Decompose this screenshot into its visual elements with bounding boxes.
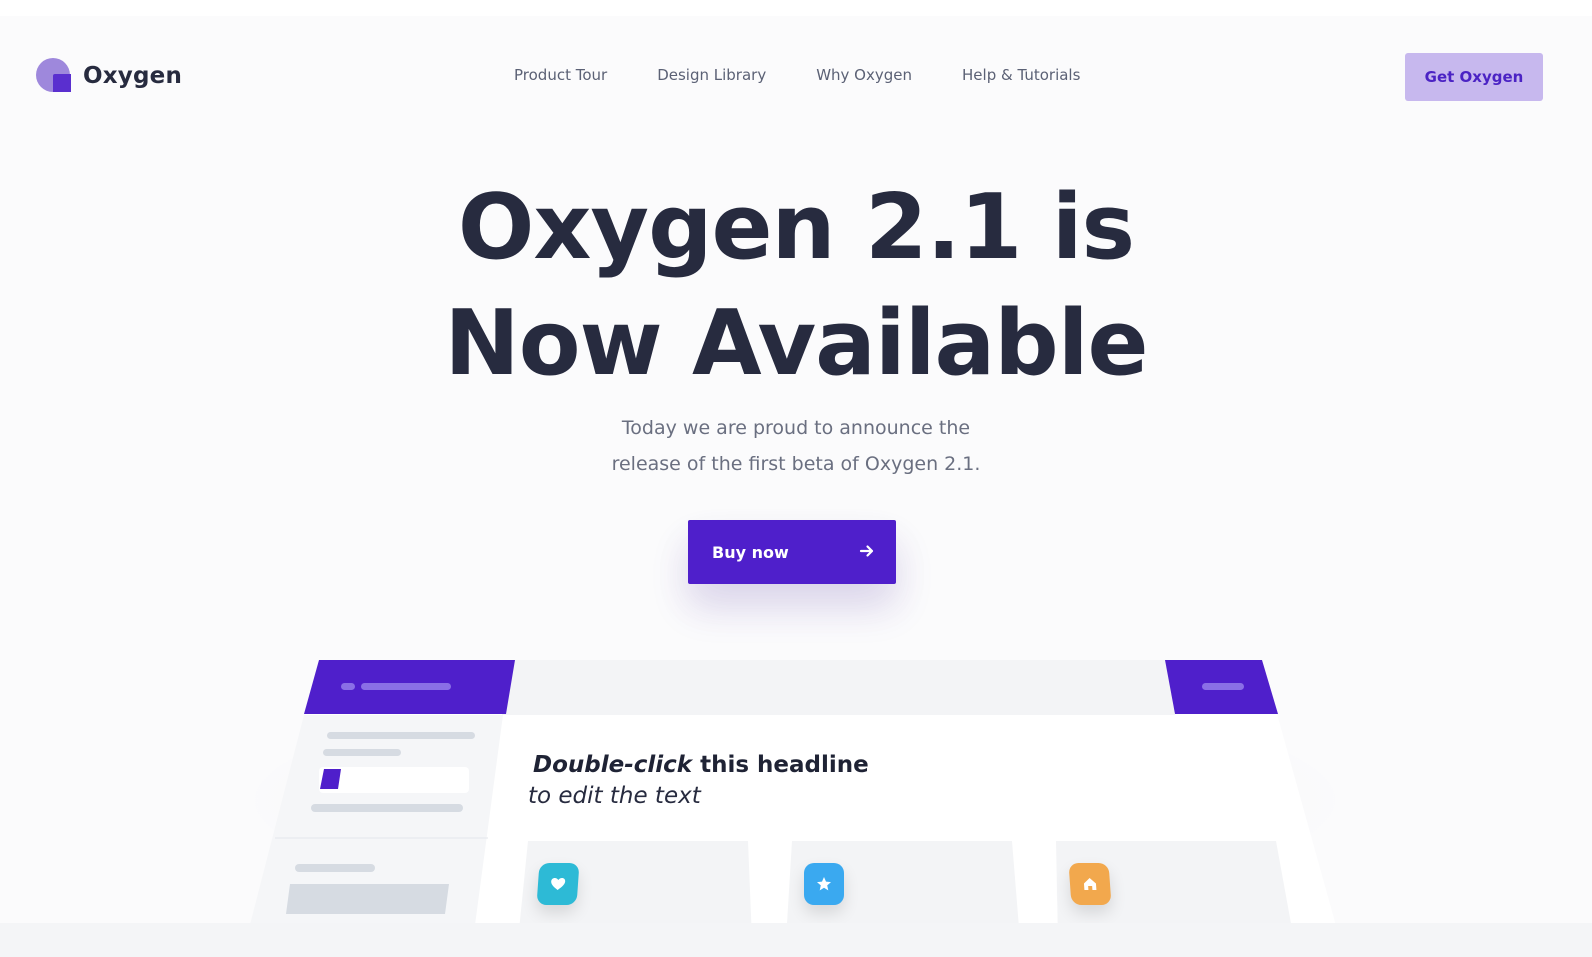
- sidebar-line: [327, 732, 475, 739]
- hero-title: Oxygen 2.1 is Now Available: [396, 170, 1196, 402]
- main-nav: Product Tour Design Library Why Oxygen H…: [514, 66, 1130, 84]
- brand-name: Oxygen: [83, 63, 183, 89]
- get-oxygen-button[interactable]: Get Oxygen: [1405, 53, 1543, 101]
- sidebar-line: [311, 804, 463, 812]
- home-icon: [1068, 863, 1112, 905]
- sidebar-block: [286, 884, 449, 914]
- top-strip: [0, 0, 1592, 16]
- mockup-tab-right-line: [1202, 683, 1244, 690]
- sidebar-selected-item[interactable]: [319, 767, 469, 793]
- hero-subtitle-line1: Today we are proud to announce the: [621, 417, 971, 439]
- mockup-tab-line: [361, 683, 451, 690]
- star-icon: [804, 863, 844, 905]
- heart-icon: [536, 863, 580, 905]
- mockup-tab-dot: [341, 683, 355, 690]
- nav-design-library[interactable]: Design Library: [657, 66, 766, 84]
- mockup-headline[interactable]: Double-click this headline: [533, 752, 869, 778]
- buy-now-label: Buy now: [712, 542, 789, 562]
- mockup-subline[interactable]: to edit the text: [528, 783, 701, 809]
- bottom-band: [0, 923, 1592, 957]
- brand-logo[interactable]: Oxygen: [36, 58, 182, 94]
- hero-title-line1: Oxygen 2.1 is: [457, 175, 1135, 280]
- mockup-headline-rest: this headline: [692, 752, 869, 778]
- hero-subtitle: Today we are proud to announce the relea…: [596, 410, 996, 482]
- sidebar-line: [323, 749, 401, 756]
- nav-why-oxygen[interactable]: Why Oxygen: [816, 66, 912, 84]
- hero-title-line2: Now Available: [444, 291, 1148, 396]
- mockup-headline-emphasis: Double-click: [533, 752, 693, 778]
- sidebar-line: [295, 864, 375, 872]
- hero-subtitle-line2: release of the first beta of Oxygen 2.1.: [611, 453, 981, 475]
- nav-help-tutorials[interactable]: Help & Tutorials: [962, 66, 1080, 84]
- arrow-right-icon: [859, 545, 874, 557]
- nav-product-tour[interactable]: Product Tour: [514, 66, 607, 84]
- buy-now-button[interactable]: Buy now: [688, 520, 896, 584]
- oxygen-logo-icon: [36, 58, 72, 94]
- mockup-toolbar: [502, 660, 1175, 715]
- site-header: Oxygen Product Tour Design Library Why O…: [0, 16, 1592, 136]
